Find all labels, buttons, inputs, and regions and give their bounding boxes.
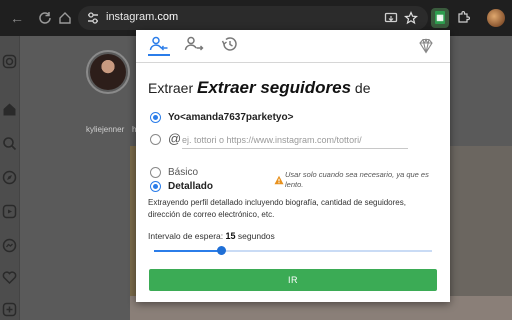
instagram-sidebar [0, 36, 20, 320]
site-settings-icon[interactable] [86, 11, 100, 25]
go-button[interactable]: IR [149, 269, 437, 291]
create-nav-icon[interactable] [2, 302, 17, 317]
username-url-input[interactable] [182, 131, 408, 149]
mode-basic-label[interactable]: Básico [168, 167, 198, 178]
source-self-label[interactable]: Yo<amanda7637parketyo> [168, 112, 293, 123]
heart-nav-icon[interactable] [2, 270, 17, 285]
story-username[interactable]: kyliejenner [86, 125, 124, 134]
instagram-logo-icon[interactable] [2, 54, 17, 69]
detailed-warning-text: Usar solo cuando sea necesario, ya que e… [285, 170, 429, 189]
tab-following-out[interactable] [183, 36, 205, 56]
tab-followers-in[interactable] [148, 36, 170, 56]
reload-icon[interactable] [36, 9, 54, 27]
interval-slider-fill [154, 250, 221, 252]
reels-nav-icon[interactable] [2, 204, 17, 219]
profile-avatar[interactable] [487, 9, 505, 27]
home-nav-icon[interactable] [2, 102, 17, 117]
post-image-right [440, 146, 512, 320]
source-url-radio[interactable] [150, 134, 161, 145]
interval-slider[interactable] [154, 246, 432, 255]
at-sign-icon: @ [168, 131, 182, 146]
star-bookmark-icon[interactable] [404, 11, 418, 25]
mode-detailed-radio[interactable] [150, 181, 161, 192]
popup-tab-bar [136, 30, 450, 63]
home-icon[interactable] [56, 9, 74, 27]
source-self-radio[interactable] [150, 112, 161, 123]
warning-icon [274, 175, 284, 185]
mode-detailed-label[interactable]: Detallado [168, 181, 213, 192]
install-app-icon[interactable] [384, 11, 398, 25]
interval-value: 15 [225, 231, 236, 241]
diamond-premium-icon[interactable] [417, 37, 435, 55]
back-arrow-icon[interactable]: ← [8, 9, 26, 27]
story-avatar[interactable] [90, 54, 126, 90]
explore-nav-icon[interactable] [2, 170, 17, 185]
extension-icon[interactable]: ▦ [431, 8, 449, 28]
search-nav-icon[interactable] [2, 136, 17, 151]
mode-basic-radio[interactable] [150, 167, 161, 178]
extension-popup: Extraer Extraer seguidores de Yo<amanda7… [136, 30, 450, 302]
user-arrow-out-icon [184, 36, 204, 51]
address-bar[interactable]: instagram.com [78, 6, 428, 30]
tab-history[interactable] [218, 36, 240, 56]
popup-title: Extraer Extraer seguidores de [148, 78, 371, 97]
mode-description: Extrayendo perfil detallado incluyendo b… [148, 198, 406, 219]
interval-label: Intervalo de espera: 15 segundos [148, 231, 275, 241]
history-icon [221, 37, 237, 51]
extensions-puzzle-icon[interactable] [456, 10, 470, 24]
user-arrow-in-icon [149, 36, 168, 51]
interval-slider-thumb[interactable] [217, 246, 226, 255]
url-text: instagram.com [106, 11, 179, 23]
messenger-nav-icon[interactable] [2, 238, 17, 253]
